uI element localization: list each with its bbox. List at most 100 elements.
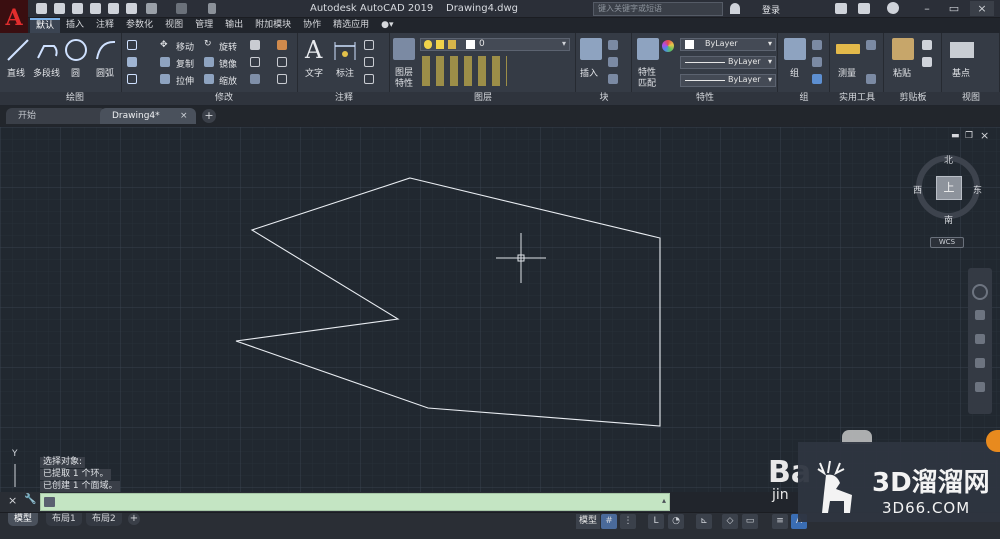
boundary-icon[interactable] — [127, 74, 137, 84]
cut-icon[interactable] — [922, 40, 932, 50]
group-tool[interactable]: 组 — [790, 66, 799, 79]
compass-west[interactable]: 西 — [913, 183, 922, 196]
properties-panel-title[interactable]: 特性 — [632, 92, 778, 105]
viewport-close-icon[interactable]: × — [980, 129, 989, 142]
tab-default[interactable]: 默认 — [30, 18, 61, 33]
block-panel-title[interactable]: 块 — [576, 92, 632, 105]
stretch-tool[interactable]: 拉伸 — [176, 74, 194, 87]
viewport-minimize-icon[interactable]: ▬ — [951, 131, 960, 141]
tab-parametric[interactable]: 参数化 — [120, 18, 159, 33]
compass-south[interactable]: 南 — [944, 213, 953, 226]
steering-wheel-icon[interactable] — [972, 284, 988, 300]
zoom-extents-icon[interactable] — [975, 334, 985, 344]
tab-addins[interactable]: 附加模块 — [249, 18, 297, 33]
redo-icon[interactable] — [176, 3, 187, 14]
grid-toggle-icon[interactable]: # — [601, 514, 617, 529]
leader-icon[interactable] — [364, 57, 374, 67]
line-tool-label[interactable]: 直线 — [7, 66, 25, 79]
pan-icon[interactable] — [975, 310, 985, 320]
circle-tool-label[interactable]: 圆 — [71, 66, 80, 79]
cart-icon[interactable] — [835, 3, 847, 14]
base-point-tool[interactable]: 基点 — [952, 66, 970, 79]
layer-properties-label-2[interactable]: 特性 — [395, 76, 413, 89]
snap-mode-icon[interactable]: ⋮ — [620, 514, 636, 529]
help-search-input[interactable]: 键入关键字或短语 — [593, 2, 723, 16]
linetype-dropdown[interactable]: ByLayer ▾ — [680, 56, 776, 69]
lineweight-dropdown[interactable]: ByLayer ▾ — [680, 74, 776, 87]
share-icon[interactable] — [126, 3, 137, 14]
table-icon[interactable] — [364, 74, 374, 84]
group-select-icon[interactable] — [812, 74, 822, 84]
viewport-restore-icon[interactable]: ❐ — [965, 131, 973, 141]
customize-statusbar-icon[interactable]: ≡ — [772, 514, 788, 529]
object-snap-icon[interactable]: ◇ — [722, 514, 738, 529]
insert-tool[interactable]: 插入 — [580, 66, 598, 79]
minimize-button[interactable]: – — [915, 1, 939, 16]
compass-east[interactable]: 东 — [973, 183, 982, 196]
paste-tool[interactable]: 粘贴 — [893, 66, 911, 79]
ribbon-toggle-icon[interactable]: ●▾ — [375, 18, 399, 33]
edit-attribute-icon[interactable] — [608, 74, 618, 84]
linear-dim-icon[interactable] — [364, 40, 374, 50]
id-point-icon[interactable] — [866, 40, 876, 50]
ungroup-icon[interactable] — [812, 40, 822, 50]
tab-view[interactable]: 视图 — [159, 18, 189, 33]
view-panel-title[interactable]: 视图 — [942, 92, 1000, 105]
copy-clip-icon[interactable] — [922, 57, 932, 67]
layer-dropdown[interactable]: 0 ▾ — [420, 38, 570, 51]
text-tool[interactable]: 文字 — [305, 66, 323, 79]
create-block-icon[interactable] — [608, 40, 618, 50]
layers-panel-title[interactable]: 图层 — [390, 92, 576, 105]
object-snap-tracking-icon[interactable]: ⊾ — [696, 514, 712, 529]
annotation-panel-title[interactable]: 注释 — [298, 92, 390, 105]
tab-start[interactable]: 开始 — [6, 108, 106, 124]
viewcube-top-face[interactable]: 上 — [936, 176, 962, 200]
move-tool[interactable]: 移动 — [176, 40, 194, 53]
autocad-logo-button[interactable]: A — [0, 0, 28, 36]
new-file-icon[interactable] — [36, 3, 47, 14]
help-icon[interactable] — [887, 2, 899, 14]
layout-tab-layout1[interactable]: 布局1 — [46, 513, 82, 526]
hatch-icon[interactable] — [127, 57, 137, 67]
plot-icon[interactable] — [108, 3, 119, 14]
add-layout-button[interactable]: + — [128, 513, 140, 525]
open-file-icon[interactable] — [54, 3, 65, 14]
mirror-tool[interactable]: 镜像 — [219, 57, 237, 70]
arc-tool-label[interactable]: 圆弧 — [96, 66, 114, 79]
group-panel-title[interactable]: 组 — [778, 92, 830, 105]
layer-tools-icons[interactable] — [422, 56, 507, 86]
fillet-icon[interactable] — [250, 57, 260, 67]
match-properties-label-2[interactable]: 匹配 — [638, 76, 656, 89]
trim-icon[interactable] — [250, 40, 260, 50]
tab-annotate[interactable]: 注释 — [90, 18, 120, 33]
quick-access-dropdown-icon[interactable] — [208, 3, 216, 14]
save-icon[interactable] — [72, 3, 83, 14]
edit-block-icon[interactable] — [608, 57, 618, 67]
new-tab-button[interactable]: + — [202, 109, 216, 123]
wcs-menu[interactable]: WCS — [930, 237, 964, 248]
scale-tool[interactable]: 缩放 — [219, 74, 237, 87]
tab-featured-apps[interactable]: 精选应用 — [327, 18, 375, 33]
command-history-toggle-icon[interactable]: ▴ — [662, 496, 666, 505]
save-as-icon[interactable] — [90, 3, 101, 14]
dimension-tool[interactable]: 标注 — [336, 66, 354, 79]
layout-tab-model[interactable]: 模型 — [8, 513, 39, 526]
color-dropdown[interactable]: ByLayer ▾ — [680, 38, 776, 51]
orbit-icon[interactable] — [975, 358, 985, 368]
calculator-icon[interactable] — [866, 74, 876, 84]
erase-icon[interactable] — [277, 40, 287, 50]
modify-panel-title[interactable]: 修改 — [150, 92, 298, 105]
measure-tool[interactable]: 测量 — [838, 66, 856, 79]
lineweight-toggle-icon[interactable]: ▭ — [742, 514, 758, 529]
rectangle-icon[interactable] — [127, 40, 137, 50]
restore-button[interactable]: ▭ — [942, 1, 966, 16]
polyline-tool-label[interactable]: 多段线 — [33, 66, 60, 79]
close-button[interactable]: × — [970, 1, 994, 16]
ortho-icon[interactable]: L — [648, 514, 664, 529]
explode-icon[interactable] — [277, 57, 287, 67]
close-command-icon[interactable]: × — [8, 494, 17, 507]
model-space-button[interactable]: 模型 — [576, 514, 601, 529]
tab-output[interactable]: 输出 — [219, 18, 249, 33]
copy-tool[interactable]: 复制 — [176, 57, 194, 70]
clipboard-panel-title[interactable]: 剪贴板 — [884, 92, 942, 105]
